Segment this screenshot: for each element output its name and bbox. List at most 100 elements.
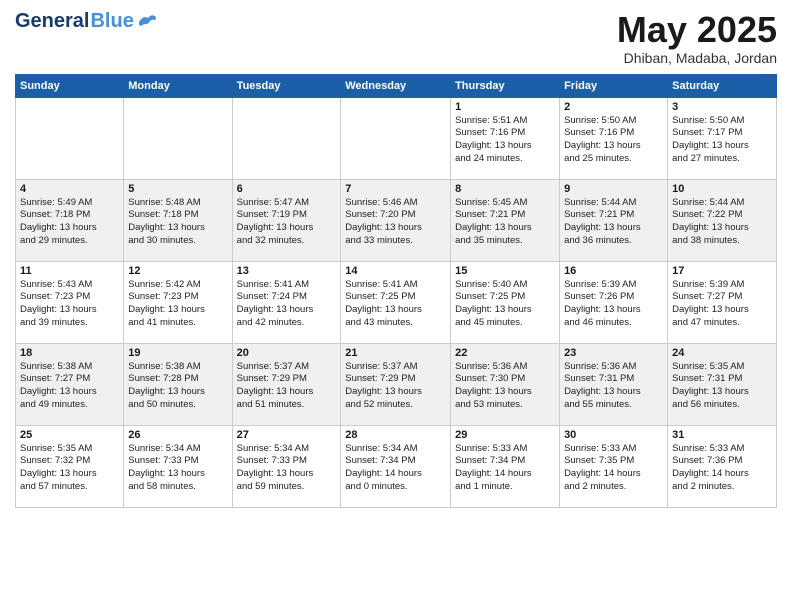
calendar-header-thursday: Thursday xyxy=(451,74,560,97)
calendar-cell: 4Sunrise: 5:49 AM Sunset: 7:18 PM Daylig… xyxy=(16,179,124,261)
calendar-cell: 3 Sunrise: 5:50 AM Sunset: 7:17 PM Daylig… xyxy=(668,97,777,179)
calendar-header-row: SundayMondayTuesdayWednesdayThursdayFrid… xyxy=(16,74,777,97)
day-info: Sunrise: 5:36 AM Sunset: 7:30 PM Dayligh… xyxy=(455,361,555,412)
logo-blue: Blue xyxy=(90,10,133,33)
day-number: 18 xyxy=(20,347,119,359)
day-info: Sunrise: 5:34 AM Sunset: 7:34 PM Dayligh… xyxy=(345,443,446,494)
day-number: 8 xyxy=(455,183,555,195)
calendar-cell: 31 Sunrise: 5:33 AM Sunset: 7:36 PM Dayli… xyxy=(668,425,777,507)
calendar-cell: 9 Sunrise: 5:44 AM Sunset: 7:21 PM Daylig… xyxy=(560,179,668,261)
day-info: Sunrise: 5:39 AM Sunset: 7:27 PM Dayligh… xyxy=(672,279,772,330)
day-info: Sunrise: 5:43 AM Sunset: 7:23 PM Dayligh… xyxy=(20,279,119,330)
day-number: 21 xyxy=(345,347,446,359)
calendar-cell xyxy=(341,97,451,179)
day-info: Sunrise: 5:33 AM Sunset: 7:36 PM Dayligh… xyxy=(672,443,772,494)
logo: General Blue xyxy=(15,10,159,33)
day-info: Sunrise: 5:46 AM Sunset: 7:20 PM Dayligh… xyxy=(345,197,446,248)
calendar-cell: 11 Sunrise: 5:43 AM Sunset: 7:23 PM Dayli… xyxy=(16,261,124,343)
day-info: Sunrise: 5:34 AM Sunset: 7:33 PM Dayligh… xyxy=(237,443,337,494)
day-number: 6 xyxy=(237,183,337,195)
calendar-week-2: 4Sunrise: 5:49 AM Sunset: 7:18 PM Daylig… xyxy=(16,179,777,261)
day-info: Sunrise: 5:35 AM Sunset: 7:31 PM Dayligh… xyxy=(672,361,772,412)
day-info: Sunrise: 5:36 AM Sunset: 7:31 PM Dayligh… xyxy=(564,361,663,412)
day-number: 9 xyxy=(564,183,663,195)
day-number: 16 xyxy=(564,265,663,277)
day-info: Sunrise: 5:34 AM Sunset: 7:33 PM Dayligh… xyxy=(128,443,227,494)
calendar-cell: 29 Sunrise: 5:33 AM Sunset: 7:34 PM Dayli… xyxy=(451,425,560,507)
calendar-cell xyxy=(232,97,341,179)
day-number: 11 xyxy=(20,265,119,277)
calendar-cell: 13 Sunrise: 5:41 AM Sunset: 7:24 PM Dayli… xyxy=(232,261,341,343)
calendar-cell: 28 Sunrise: 5:34 AM Sunset: 7:34 PM Dayli… xyxy=(341,425,451,507)
calendar-header-monday: Monday xyxy=(124,74,232,97)
day-number: 7 xyxy=(345,183,446,195)
calendar-cell: 8 Sunrise: 5:45 AM Sunset: 7:21 PM Daylig… xyxy=(451,179,560,261)
calendar-cell: 1 Sunrise: 5:51 AM Sunset: 7:16 PM Daylig… xyxy=(451,97,560,179)
page-header: General Blue May 2025 Dhiban, Madaba, Jo… xyxy=(15,10,777,66)
day-info: Sunrise: 5:51 AM Sunset: 7:16 PM Dayligh… xyxy=(455,115,555,166)
day-number: 13 xyxy=(237,265,337,277)
calendar-header-wednesday: Wednesday xyxy=(341,74,451,97)
day-number: 10 xyxy=(672,183,772,195)
day-number: 26 xyxy=(128,429,227,441)
day-info: Sunrise: 5:50 AM Sunset: 7:17 PM Dayligh… xyxy=(672,115,772,166)
day-info: Sunrise: 5:33 AM Sunset: 7:34 PM Dayligh… xyxy=(455,443,555,494)
calendar-cell: 30 Sunrise: 5:33 AM Sunset: 7:35 PM Dayli… xyxy=(560,425,668,507)
calendar-cell: 12Sunrise: 5:42 AM Sunset: 7:23 PM Dayli… xyxy=(124,261,232,343)
day-info: Sunrise: 5:47 AM Sunset: 7:19 PM Dayligh… xyxy=(237,197,337,248)
calendar-cell: 17 Sunrise: 5:39 AM Sunset: 7:27 PM Dayli… xyxy=(668,261,777,343)
day-info: Sunrise: 5:38 AM Sunset: 7:28 PM Dayligh… xyxy=(128,361,227,412)
calendar-header-friday: Friday xyxy=(560,74,668,97)
calendar-cell: 27 Sunrise: 5:34 AM Sunset: 7:33 PM Dayli… xyxy=(232,425,341,507)
calendar-header-tuesday: Tuesday xyxy=(232,74,341,97)
calendar-cell: 24 Sunrise: 5:35 AM Sunset: 7:31 PM Dayli… xyxy=(668,343,777,425)
day-number: 2 xyxy=(564,101,663,113)
calendar-cell xyxy=(124,97,232,179)
day-number: 30 xyxy=(564,429,663,441)
day-number: 29 xyxy=(455,429,555,441)
location: Dhiban, Madaba, Jordan xyxy=(617,50,777,66)
day-info: Sunrise: 5:41 AM Sunset: 7:24 PM Dayligh… xyxy=(237,279,337,330)
calendar-cell: 2 Sunrise: 5:50 AM Sunset: 7:16 PM Daylig… xyxy=(560,97,668,179)
calendar-cell: 16 Sunrise: 5:39 AM Sunset: 7:26 PM Dayli… xyxy=(560,261,668,343)
day-info: Sunrise: 5:39 AM Sunset: 7:26 PM Dayligh… xyxy=(564,279,663,330)
day-number: 24 xyxy=(672,347,772,359)
calendar-cell: 25 Sunrise: 5:35 AM Sunset: 7:32 PM Dayli… xyxy=(16,425,124,507)
day-number: 22 xyxy=(455,347,555,359)
day-number: 12 xyxy=(128,265,227,277)
day-number: 3 xyxy=(672,101,772,113)
calendar-cell: 5Sunrise: 5:48 AM Sunset: 7:18 PM Daylig… xyxy=(124,179,232,261)
calendar-cell: 7 Sunrise: 5:46 AM Sunset: 7:20 PM Daylig… xyxy=(341,179,451,261)
calendar-cell xyxy=(16,97,124,179)
day-number: 25 xyxy=(20,429,119,441)
day-info: Sunrise: 5:37 AM Sunset: 7:29 PM Dayligh… xyxy=(345,361,446,412)
day-info: Sunrise: 5:44 AM Sunset: 7:21 PM Dayligh… xyxy=(564,197,663,248)
day-info: Sunrise: 5:49 AM Sunset: 7:18 PM Dayligh… xyxy=(20,197,119,248)
logo-general: General xyxy=(15,10,89,33)
day-info: Sunrise: 5:45 AM Sunset: 7:21 PM Dayligh… xyxy=(455,197,555,248)
day-number: 28 xyxy=(345,429,446,441)
day-number: 17 xyxy=(672,265,772,277)
calendar-cell: 23 Sunrise: 5:36 AM Sunset: 7:31 PM Dayli… xyxy=(560,343,668,425)
calendar-cell: 6 Sunrise: 5:47 AM Sunset: 7:19 PM Daylig… xyxy=(232,179,341,261)
day-number: 31 xyxy=(672,429,772,441)
day-number: 27 xyxy=(237,429,337,441)
calendar-cell: 15 Sunrise: 5:40 AM Sunset: 7:25 PM Dayli… xyxy=(451,261,560,343)
day-info: Sunrise: 5:37 AM Sunset: 7:29 PM Dayligh… xyxy=(237,361,337,412)
calendar-cell: 22 Sunrise: 5:36 AM Sunset: 7:30 PM Dayli… xyxy=(451,343,560,425)
day-number: 19 xyxy=(128,347,227,359)
day-info: Sunrise: 5:40 AM Sunset: 7:25 PM Dayligh… xyxy=(455,279,555,330)
day-number: 23 xyxy=(564,347,663,359)
logo-bird-icon xyxy=(137,13,159,31)
calendar-table: SundayMondayTuesdayWednesdayThursdayFrid… xyxy=(15,74,777,508)
day-number: 15 xyxy=(455,265,555,277)
day-info: Sunrise: 5:50 AM Sunset: 7:16 PM Dayligh… xyxy=(564,115,663,166)
day-number: 1 xyxy=(455,101,555,113)
day-info: Sunrise: 5:35 AM Sunset: 7:32 PM Dayligh… xyxy=(20,443,119,494)
calendar-cell: 20Sunrise: 5:37 AM Sunset: 7:29 PM Dayli… xyxy=(232,343,341,425)
day-info: Sunrise: 5:44 AM Sunset: 7:22 PM Dayligh… xyxy=(672,197,772,248)
title-block: May 2025 Dhiban, Madaba, Jordan xyxy=(617,10,777,66)
calendar-cell: 18Sunrise: 5:38 AM Sunset: 7:27 PM Dayli… xyxy=(16,343,124,425)
day-info: Sunrise: 5:33 AM Sunset: 7:35 PM Dayligh… xyxy=(564,443,663,494)
calendar-cell: 10 Sunrise: 5:44 AM Sunset: 7:22 PM Dayli… xyxy=(668,179,777,261)
